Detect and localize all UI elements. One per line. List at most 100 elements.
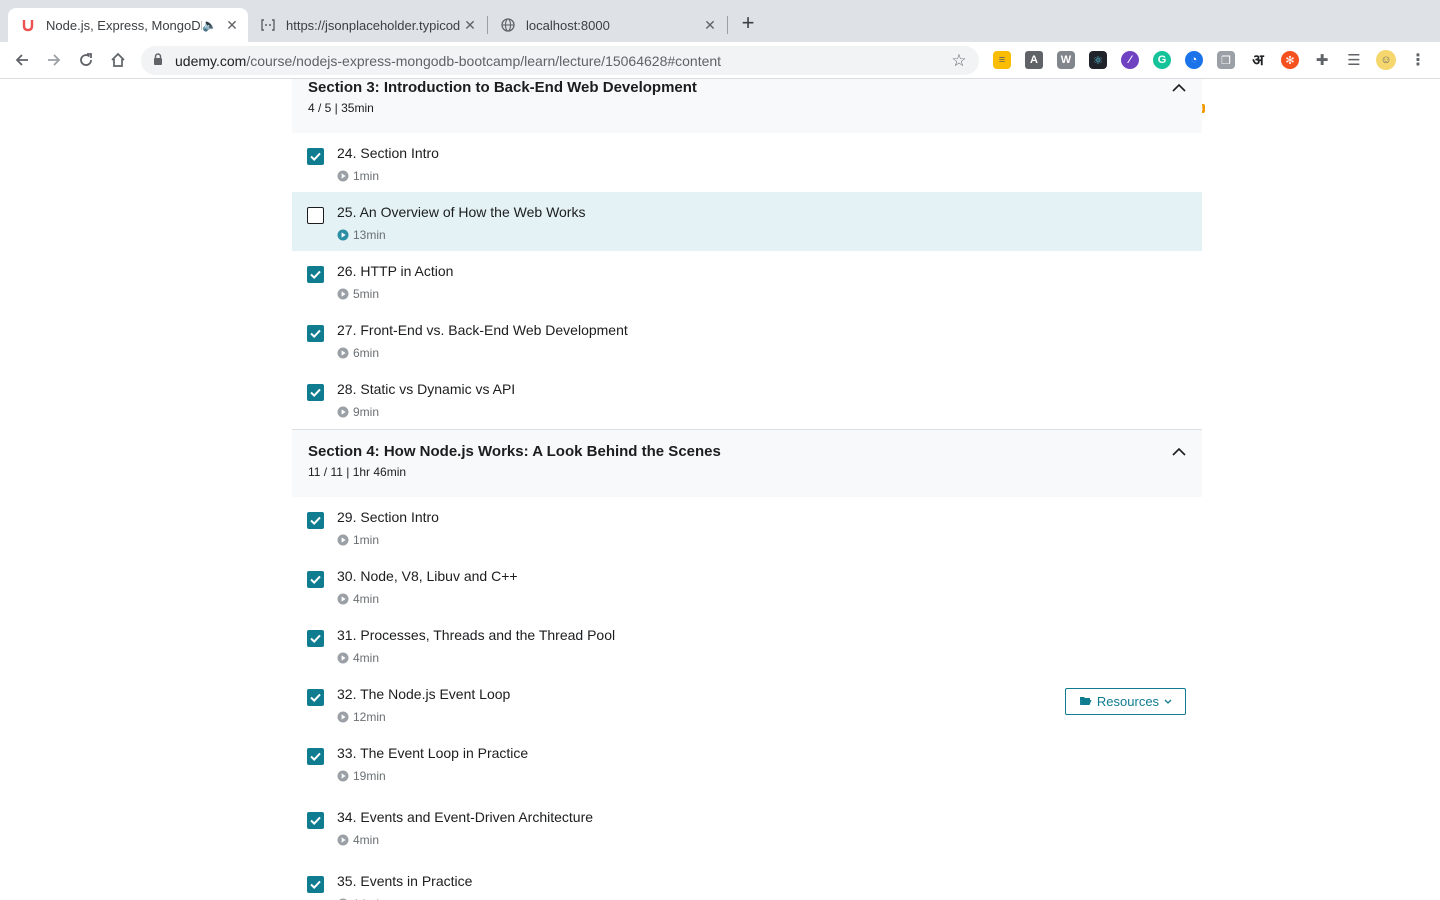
lecture-duration: 4min — [337, 592, 379, 606]
lecture-item[interactable]: 27. Front-End vs. Back-End Web Developme… — [292, 310, 1202, 369]
lecture-checkbox[interactable] — [307, 876, 324, 893]
lecture-title[interactable]: 34. Events and Event-Driven Architecture — [337, 809, 593, 825]
home-button[interactable] — [106, 48, 130, 72]
lecture-duration-text: 4min — [353, 833, 380, 847]
extension-orange-icon[interactable]: ✻ — [1281, 51, 1299, 69]
lock-icon[interactable] — [153, 52, 165, 70]
section-progress: 4 / 5 | 35min — [308, 101, 374, 115]
play-circle-icon — [337, 770, 349, 782]
arrow-left-icon — [15, 54, 28, 66]
extension-notes-icon[interactable]: ≡ — [993, 51, 1011, 69]
checkmark-icon — [310, 880, 321, 890]
browser-tab-jsonplaceholder[interactable]: https://jsonplaceholder.typicode ✕ — [248, 8, 486, 42]
lecture-title[interactable]: 32. The Node.js Event Loop — [337, 686, 510, 702]
lecture-checkbox[interactable] — [307, 571, 324, 588]
close-tab-icon[interactable]: ✕ — [460, 17, 480, 34]
resources-button[interactable]: Resources — [1065, 688, 1186, 715]
back-button[interactable] — [10, 48, 34, 72]
checkmark-icon — [310, 270, 321, 280]
lecture-checkbox[interactable] — [307, 266, 324, 283]
extension-hindi-icon[interactable]: अ — [1249, 51, 1267, 69]
new-tab-button[interactable]: + — [736, 12, 760, 36]
play-circle-icon — [337, 347, 349, 359]
lecture-item[interactable]: 25. An Overview of How the Web Works 13mi… — [292, 192, 1202, 251]
lecture-title[interactable]: 35. Events in Practice — [337, 873, 472, 889]
forward-button[interactable] — [42, 48, 66, 72]
extension-angular-icon[interactable]: A — [1025, 51, 1043, 69]
resources-label: Resources — [1096, 694, 1160, 709]
profile-avatar[interactable]: ☺ — [1376, 50, 1396, 70]
lecture-title[interactable]: 25. An Overview of How the Web Works — [337, 204, 585, 220]
lecture-duration: 19min — [337, 769, 386, 783]
address-bar[interactable]: udemy.com/course/nodejs-express-mongodb-… — [141, 46, 979, 75]
lecture-item[interactable]: 35. Events in Practice14min — [292, 861, 1202, 900]
lecture-item[interactable]: 30. Node, V8, Libuv and C++ 4min — [292, 556, 1202, 615]
udemy-favicon-icon — [20, 17, 36, 33]
checkmark-icon — [310, 388, 321, 398]
reload-button[interactable] — [74, 48, 98, 72]
extension-copy-icon[interactable]: ❐ — [1217, 51, 1235, 69]
lecture-title[interactable]: 30. Node, V8, Libuv and C++ — [337, 568, 518, 584]
chevron-up-icon[interactable] — [1170, 443, 1188, 461]
lecture-duration-text: 4min — [353, 651, 380, 665]
play-circle-icon — [337, 711, 349, 723]
lecture-duration-text: 19min — [353, 769, 386, 783]
lecture-title[interactable]: 27. Front-End vs. Back-End Web Developme… — [337, 322, 628, 338]
extensions-puzzle-icon[interactable]: ✚ — [1313, 51, 1331, 69]
chevron-up-icon[interactable] — [1170, 79, 1188, 97]
extension-grammarly-icon[interactable]: G — [1153, 51, 1171, 69]
lecture-duration-text: 6min — [353, 346, 380, 360]
lecture-checkbox[interactable] — [307, 148, 324, 165]
lecture-checkbox[interactable] — [307, 812, 324, 829]
lecture-checkbox[interactable] — [307, 689, 324, 706]
close-tab-icon[interactable]: ✕ — [700, 17, 720, 34]
play-circle-icon — [337, 170, 349, 182]
lecture-title[interactable]: 33. The Event Loop in Practice — [337, 745, 528, 761]
lecture-item[interactable]: 33. The Event Loop in Practice 19min — [292, 733, 1202, 792]
section-header[interactable]: Section 4: How Node.js Works: A Look Beh… — [292, 429, 1202, 497]
folder-open-icon — [1079, 694, 1092, 709]
lecture-checkbox[interactable] — [307, 748, 324, 765]
extension-w-icon[interactable]: W — [1057, 51, 1075, 69]
lecture-title[interactable]: 26. HTTP in Action — [337, 263, 453, 279]
lecture-checkbox[interactable] — [307, 325, 324, 342]
home-icon — [111, 52, 125, 67]
lecture-title[interactable]: 29. Section Intro — [337, 509, 439, 525]
lecture-duration: 4min — [337, 651, 379, 665]
tab-title: localhost:8000 — [526, 17, 610, 33]
reload-icon — [80, 53, 92, 66]
close-tab-icon[interactable]: ✕ — [222, 17, 242, 34]
play-circle-icon — [337, 288, 349, 300]
lecture-duration: 5min — [337, 287, 379, 301]
lecture-checkbox[interactable] — [307, 207, 324, 224]
lecture-duration-text: 1min — [353, 169, 380, 183]
lecture-item[interactable]: 29. Section Intro 1min — [292, 497, 1202, 556]
browser-tab-udemy[interactable]: Node.js, Express, MongoDB 🔈 ✕ — [8, 8, 248, 42]
extension-blue-icon[interactable]: ◔ — [1185, 51, 1203, 69]
lecture-item[interactable]: 26. HTTP in Action 5min — [292, 251, 1202, 310]
lecture-checkbox[interactable] — [307, 512, 324, 529]
browser-menu-icon[interactable]: ⋮ — [1409, 51, 1427, 69]
audio-icon[interactable]: 🔈 — [202, 18, 218, 32]
checkmark-icon — [310, 693, 321, 703]
extension-stripe-icon[interactable]: ⁄ — [1121, 51, 1139, 69]
extension-react-icon[interactable]: ⚛ — [1089, 51, 1107, 69]
lecture-checkbox[interactable] — [307, 630, 324, 647]
section-progress: 11 / 11 | 1hr 46min — [308, 465, 407, 479]
browser-tab-localhost[interactable]: localhost:8000 ✕ — [488, 8, 726, 42]
lecture-title[interactable]: 24. Section Intro — [337, 145, 439, 161]
lecture-title[interactable]: 28. Static vs Dynamic vs API — [337, 381, 515, 397]
lecture-duration-text: 9min — [353, 405, 380, 419]
lecture-item[interactable]: 34. Events and Event-Driven Architecture… — [292, 797, 1202, 856]
lecture-title[interactable]: 31. Processes, Threads and the Thread Po… — [337, 627, 615, 643]
lecture-checkbox[interactable] — [307, 384, 324, 401]
lecture-item[interactable]: 28. Static vs Dynamic vs API 9min — [292, 369, 1202, 428]
section-title: Section 4: How Node.js Works: A Look Beh… — [308, 443, 721, 460]
bookmark-star-icon[interactable]: ☆ — [949, 51, 969, 71]
reading-list-icon[interactable]: ☰ — [1345, 51, 1363, 69]
section-header[interactable]: Section 3: Introduction to Back-End Web … — [292, 79, 1202, 133]
lecture-item[interactable]: 24. Section Intro 1min — [292, 133, 1202, 192]
play-circle-icon — [337, 229, 349, 241]
lecture-item[interactable]: 31. Processes, Threads and the Thread Po… — [292, 615, 1202, 674]
lecture-duration-text: 12min — [353, 710, 386, 724]
